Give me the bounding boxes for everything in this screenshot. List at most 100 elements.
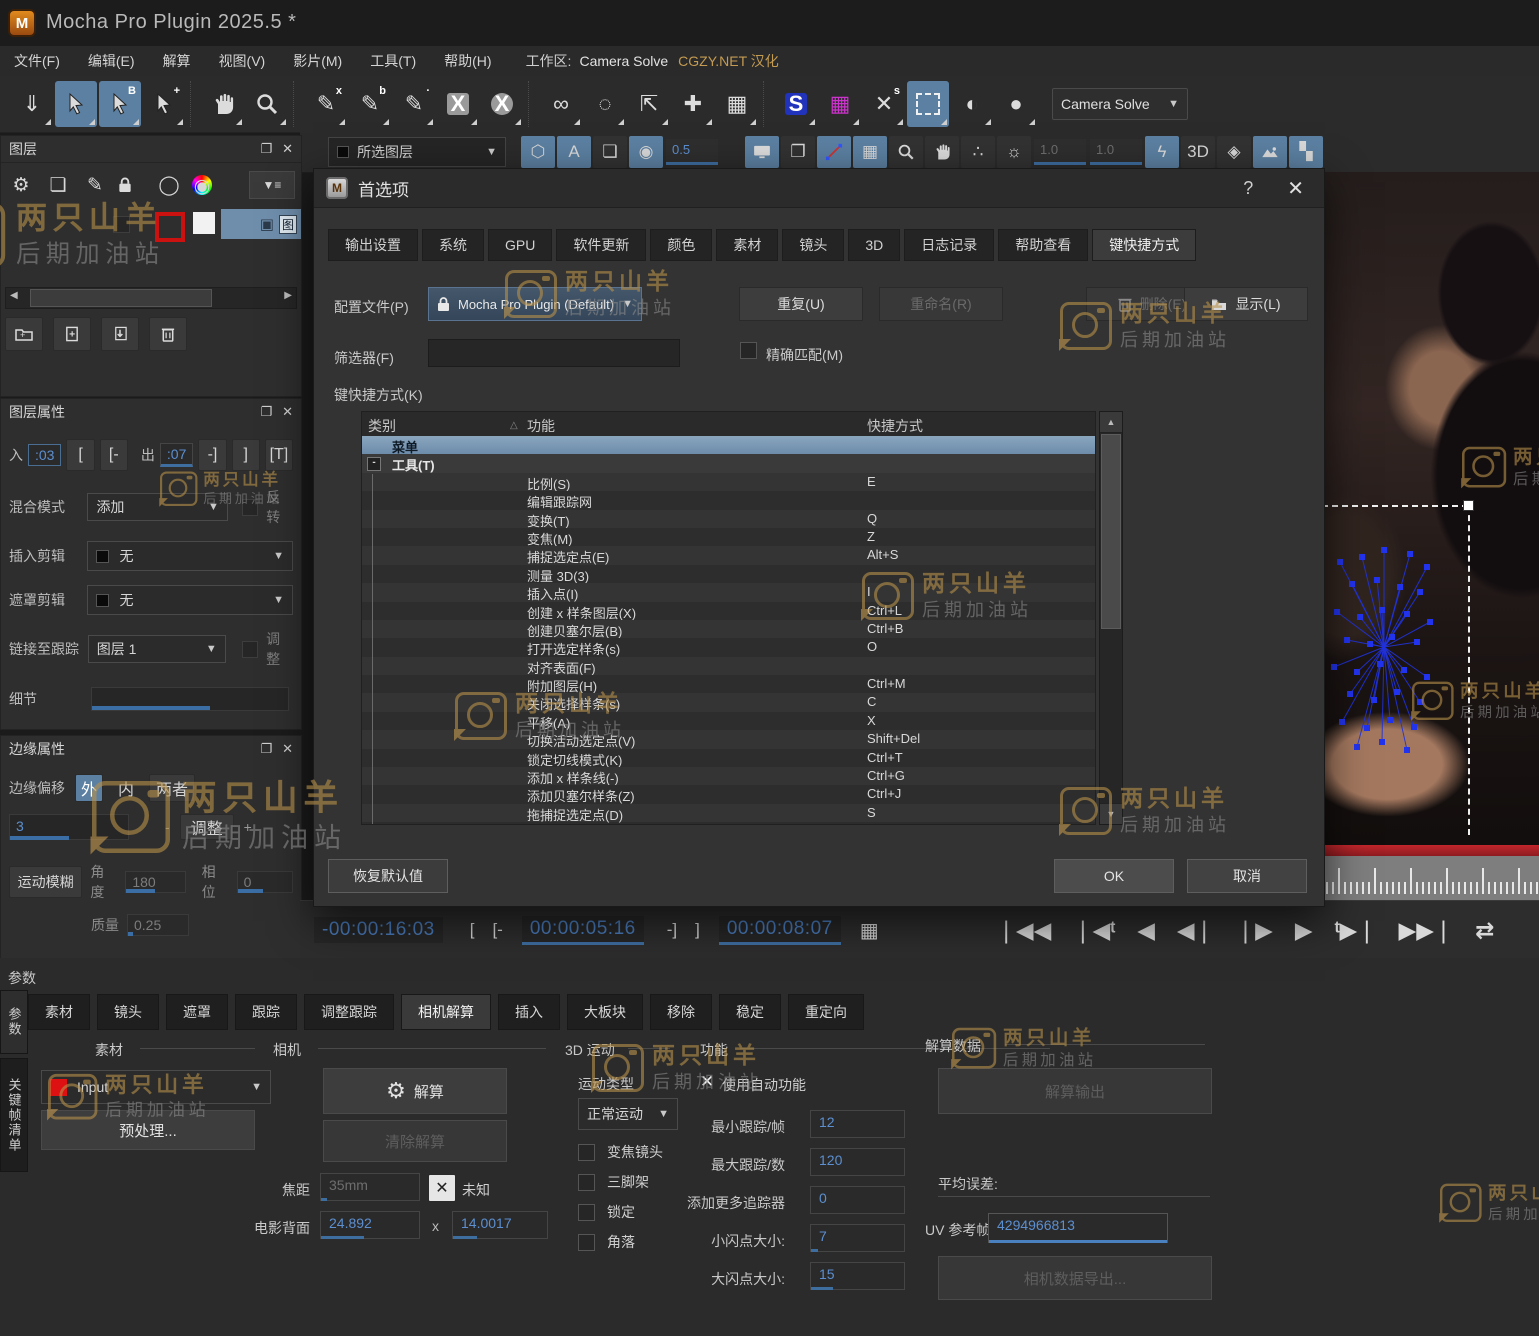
edge-both-button[interactable]: 两者 bbox=[149, 774, 195, 802]
blend-mode-dropdown[interactable]: 添加 ▼ bbox=[87, 493, 227, 521]
pan-tool[interactable] bbox=[202, 81, 244, 127]
phase-field[interactable]: 0 bbox=[237, 871, 293, 893]
scroll-down-icon[interactable]: ▼ bbox=[1100, 803, 1122, 824]
close-panel-icon[interactable]: ✕ bbox=[282, 404, 293, 420]
shortcuts-table-header[interactable]: 类别 △ 功能 快捷方式 bbox=[362, 412, 1095, 437]
workspace-dropdown[interactable]: Camera Solve▼ bbox=[1052, 88, 1188, 120]
edge-offset-field[interactable]: 3 bbox=[9, 814, 129, 840]
table-row[interactable]: 变换(T)Q bbox=[362, 510, 1095, 528]
edge-snap-icon[interactable]: ◌ bbox=[584, 81, 626, 127]
pref-tab-软件更新[interactable]: 软件更新 bbox=[556, 229, 646, 261]
pref-tab-颜色[interactable]: 颜色 bbox=[650, 229, 712, 261]
pref-tab-素材[interactable]: 素材 bbox=[716, 229, 778, 261]
module-tab-大板块[interactable]: 大板块 bbox=[567, 994, 643, 1030]
shapes-icon[interactable]: ❏ bbox=[593, 136, 627, 168]
close-panel-icon[interactable]: ✕ bbox=[282, 741, 293, 757]
track-points-icon[interactable]: ∴ bbox=[961, 136, 995, 168]
zoom-window-icon[interactable] bbox=[889, 136, 923, 168]
table-row[interactable]: 锁定切线模式(K)Ctrl+T bbox=[362, 749, 1095, 767]
detail-slider[interactable] bbox=[91, 687, 289, 711]
layers-h-scrollbar[interactable]: ◀ ▶ bbox=[5, 287, 297, 309]
trim-in-button[interactable]: [- bbox=[483, 920, 511, 940]
image-view-icon[interactable] bbox=[1253, 136, 1287, 168]
expander-icon[interactable]: - bbox=[367, 457, 381, 471]
hand-small-icon[interactable] bbox=[925, 136, 959, 168]
table-row[interactable]: 编辑跟踪网 bbox=[362, 491, 1095, 509]
checkbox[interactable] bbox=[578, 1234, 595, 1251]
out-point-field[interactable]: :07 bbox=[160, 443, 193, 467]
layer-visibility-checkbox[interactable] bbox=[113, 216, 130, 233]
ring-icon[interactable]: ◯ bbox=[155, 174, 183, 197]
set-in-button[interactable]: [ bbox=[66, 439, 94, 471]
link-tracks-icon[interactable]: ∞ bbox=[540, 81, 582, 127]
lock-icon[interactable] bbox=[118, 177, 146, 193]
trim-in-button[interactable]: [- bbox=[100, 439, 128, 471]
feature-field-3[interactable]: 7 bbox=[810, 1224, 905, 1252]
ok-button[interactable]: OK bbox=[1054, 859, 1174, 893]
draw-icon[interactable]: ✎ bbox=[81, 174, 109, 197]
edge-inner-button[interactable]: 内 bbox=[113, 775, 139, 801]
add-point-tool[interactable]: + bbox=[143, 81, 185, 127]
dialog-close-button[interactable]: ✕ bbox=[1279, 176, 1312, 201]
timecode-in[interactable]: 00:00:05:16 bbox=[522, 916, 644, 945]
offset-plus-button[interactable]: + bbox=[244, 819, 252, 835]
table-row[interactable]: -工具(T) bbox=[362, 454, 1095, 472]
layer-selected-cell[interactable]: ▣ 图 bbox=[221, 209, 301, 239]
pref-tab-3D[interactable]: 3D bbox=[848, 229, 900, 261]
scroll-thumb[interactable] bbox=[1101, 434, 1121, 629]
restore-defaults-button[interactable]: 恢复默认值 bbox=[328, 859, 448, 893]
checkbox[interactable] bbox=[578, 1174, 595, 1191]
trim-out-button[interactable]: -] bbox=[658, 920, 686, 940]
focal-field[interactable]: 35mm bbox=[320, 1173, 420, 1201]
pref-tab-键快捷方式[interactable]: 键快捷方式 bbox=[1092, 229, 1196, 261]
auto-features-x-icon[interactable]: ✕ bbox=[700, 1072, 714, 1092]
table-row[interactable]: 插入点(I)I bbox=[362, 583, 1095, 601]
new-group-button[interactable]: + bbox=[5, 317, 43, 351]
magnetic-spline-tool[interactable]: ✎· bbox=[393, 81, 435, 127]
monitor-icon[interactable] bbox=[745, 136, 779, 168]
menu-0[interactable]: 文件(F) bbox=[0, 53, 74, 69]
clear-solve-button[interactable]: 清除解算 bbox=[323, 1120, 507, 1162]
table-row[interactable]: 创建 x 样条图层(X)Ctrl+L bbox=[362, 602, 1095, 620]
menu-6[interactable]: 帮助(H) bbox=[430, 53, 505, 69]
filter-input[interactable] bbox=[428, 339, 680, 367]
matte-clip-dropdown[interactable]: 无 ▼ bbox=[87, 585, 293, 615]
lens2-icon[interactable]: ● bbox=[995, 81, 1037, 127]
vtab-parameters[interactable]: 参数 bbox=[0, 990, 28, 1054]
scale-icon[interactable]: ✕s bbox=[863, 81, 905, 127]
colorwheel-icon[interactable]: ◉ bbox=[192, 175, 212, 195]
insert-clip-dropdown[interactable]: 无 ▼ bbox=[87, 541, 293, 571]
set-out-t-button[interactable]: [T] bbox=[265, 439, 293, 471]
table-row[interactable]: 测量 3D(3) bbox=[362, 565, 1095, 583]
channels-icon[interactable]: ⬡ bbox=[521, 136, 555, 168]
module-tab-重定向[interactable]: 重定向 bbox=[788, 994, 864, 1030]
module-tab-镜头[interactable]: 镜头 bbox=[97, 994, 159, 1030]
solve-output-button[interactable]: 解算输出 bbox=[938, 1068, 1212, 1114]
dialog-title-bar[interactable]: M 首选项 ? ✕ bbox=[314, 169, 1324, 208]
close-panel-icon[interactable]: ✕ bbox=[282, 141, 293, 157]
surface-corner-handle[interactable] bbox=[1463, 500, 1474, 511]
gain-field-1[interactable]: 1.0 bbox=[1034, 139, 1086, 165]
lightning-icon[interactable]: ϟ bbox=[1145, 136, 1179, 168]
profile-dropdown[interactable]: Mocha Pro Plugin (Default) ▼ bbox=[428, 287, 642, 321]
profile-rename-button[interactable]: 重命名(R) bbox=[879, 287, 1003, 321]
table-row[interactable]: 捕捉选定点(E)Alt+S bbox=[362, 546, 1095, 564]
select-tool[interactable] bbox=[55, 81, 97, 127]
scroll-up-icon[interactable]: ▲ bbox=[1100, 412, 1122, 433]
table-row[interactable]: 关闭选择样条(s)C bbox=[362, 693, 1095, 711]
table-row[interactable]: 比例(S)E bbox=[362, 473, 1095, 491]
table-row[interactable]: 附加图层(H)Ctrl+M bbox=[362, 675, 1095, 693]
filmback-width-field[interactable]: 24.892 bbox=[320, 1211, 420, 1239]
exact-match-checkbox[interactable] bbox=[740, 342, 757, 359]
grid-icon[interactable]: ▦ bbox=[819, 81, 861, 127]
profile-duplicate-button[interactable]: 重复(U) bbox=[739, 287, 863, 321]
float-panel-icon[interactable]: ❐ bbox=[260, 741, 272, 757]
next-keyframe-button[interactable]: ᵗ▶❘ bbox=[1326, 917, 1386, 944]
spline-path-icon[interactable] bbox=[817, 136, 851, 168]
quality-field[interactable]: 0.25 bbox=[127, 914, 189, 936]
set-out-button[interactable]: ] bbox=[232, 439, 260, 471]
skip-to-end-button[interactable]: ▶▶❘ bbox=[1390, 917, 1463, 944]
gear-icon[interactable]: ⚙ bbox=[7, 174, 35, 197]
layer-fill-color-swatch[interactable] bbox=[193, 212, 215, 234]
play-reverse-button[interactable]: ◀ bbox=[1128, 917, 1164, 944]
